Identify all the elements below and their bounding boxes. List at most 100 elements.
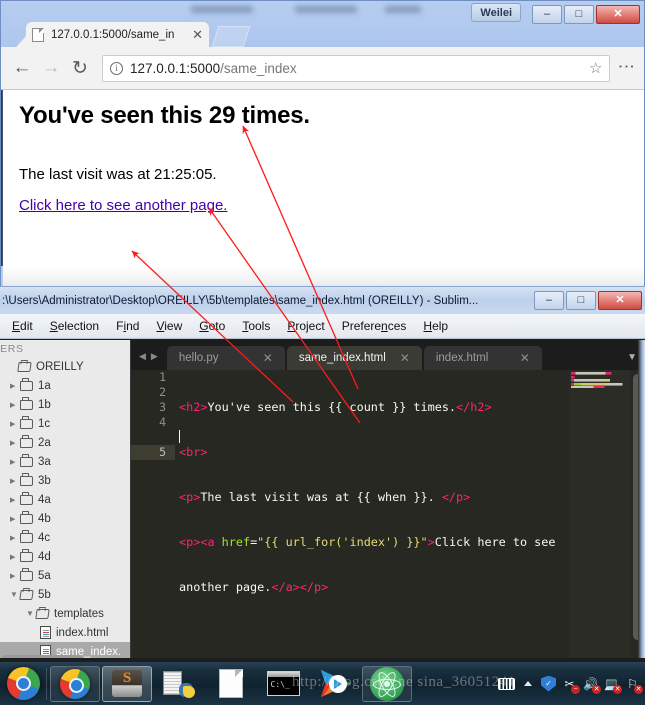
chevron-right-icon[interactable]: ▶ xyxy=(10,572,20,580)
folder-icon xyxy=(20,511,33,524)
close-icon[interactable]: ✕ xyxy=(400,351,410,365)
code-text[interactable]: <h2>You've seen this {{ count }} times.<… xyxy=(179,370,565,662)
menu-item-preferences[interactable]: Preferences xyxy=(342,319,407,333)
menu-item-edit[interactable]: Edit xyxy=(12,319,33,333)
folder-icon xyxy=(20,492,33,505)
chevron-right-icon[interactable]: ▶ xyxy=(10,401,20,409)
back-icon[interactable]: ← xyxy=(9,55,35,81)
folder-icon xyxy=(20,473,33,486)
code-minimap[interactable] xyxy=(569,370,631,662)
sidebar-item-3a[interactable]: ▶ 3a xyxy=(0,452,130,471)
chevron-right-icon[interactable]: ▶ xyxy=(10,553,20,561)
browser-tab[interactable]: 127.0.0.1:5000/same_in ✕ xyxy=(25,21,210,47)
chevron-right-icon[interactable]: ▶ xyxy=(10,382,20,390)
taskbar-button-sublime-text[interactable]: S xyxy=(102,665,152,702)
sublime-menu-bar: Edit Selection Find View Goto Tools Proj… xyxy=(0,314,645,339)
command-prompt-icon: C:\_ xyxy=(266,671,300,696)
line-number-gutter: 1 2 3 4 5 xyxy=(131,370,175,662)
menu-item-find[interactable]: Find xyxy=(116,319,139,333)
chevron-right-icon[interactable]: ▶ xyxy=(10,458,20,466)
tab-index-html[interactable]: index.html ✕ xyxy=(423,346,542,370)
tab-same-index-html[interactable]: same_index.html ✕ xyxy=(286,346,422,370)
folder-icon xyxy=(20,530,33,543)
sidebar-item-oreilly[interactable]: OREILLY xyxy=(0,357,130,376)
flag-error-icon[interactable]: ⚐ ✕ xyxy=(624,675,643,694)
page-line-break xyxy=(3,130,644,150)
sidebar-item-1b[interactable]: ▶ 1b xyxy=(0,395,130,414)
menu-item-tools[interactable]: Tools xyxy=(242,319,270,333)
sublime-minimize-button[interactable]: – xyxy=(534,291,564,310)
chevron-right-icon[interactable]: ▶ xyxy=(10,515,20,523)
forward-icon[interactable]: → xyxy=(38,55,64,81)
close-icon[interactable]: ✕ xyxy=(188,27,203,43)
chevron-right-icon[interactable]: ▶ xyxy=(10,439,20,447)
menu-item-goto[interactable]: Goto xyxy=(199,319,225,333)
another-page-link[interactable]: Click here to see another page. xyxy=(19,197,227,214)
menu-item-project[interactable]: Project xyxy=(287,319,324,333)
browser-tab-title: 127.0.0.1:5000/same_in xyxy=(51,28,175,41)
sidebar-item-4b[interactable]: ▶ 4b xyxy=(0,509,130,528)
menu-item-help[interactable]: Help xyxy=(423,319,448,333)
chevron-right-icon[interactable]: ▶ xyxy=(10,534,20,542)
sidebar-item-index-html[interactable]: index.html xyxy=(0,623,130,642)
tab-scroll-arrows[interactable]: ◀ ▶ xyxy=(131,351,167,370)
sidebar-item-4a[interactable]: ▶ 4a xyxy=(0,490,130,509)
taskbar-button-python[interactable] xyxy=(154,666,204,702)
sublime-text-icon: S xyxy=(112,670,142,697)
minimap-content xyxy=(571,372,627,388)
show-hidden-icons-icon[interactable] xyxy=(519,675,536,692)
reload-icon[interactable]: ↻ xyxy=(67,55,93,81)
keyboard-icon[interactable] xyxy=(498,675,515,692)
tab-hello-py[interactable]: hello.py ✕ xyxy=(166,346,285,370)
sidebar-item-2a[interactable]: ▶ 2a xyxy=(0,433,130,452)
tab-next-icon[interactable]: ▶ xyxy=(151,351,158,362)
chevron-right-icon[interactable]: ▶ xyxy=(10,496,20,504)
address-bar[interactable]: i 127.0.0.1:5000/same_index ☆ xyxy=(102,54,611,82)
url-host: 127.0.0.1:5000 xyxy=(130,60,221,76)
menu-item-view[interactable]: View xyxy=(156,319,182,333)
close-icon[interactable]: ✕ xyxy=(263,351,273,365)
code-editor-area[interactable]: 1 2 3 4 5 <h2>You've seen this {{ count … xyxy=(131,370,645,662)
folder-icon xyxy=(20,378,33,391)
chevron-right-icon[interactable]: ▶ xyxy=(10,420,20,428)
taskbar-button-media-player[interactable] xyxy=(310,666,360,702)
sidebar-item-1a[interactable]: ▶ 1a xyxy=(0,376,130,395)
sidebar-item-templates[interactable]: ▼ templates xyxy=(0,604,130,623)
folder-open-icon xyxy=(17,361,32,372)
sublime-maximize-button[interactable]: □ xyxy=(566,291,596,310)
chevron-right-icon[interactable]: ▶ xyxy=(10,477,20,485)
start-button[interactable] xyxy=(2,664,44,704)
sublime-close-button[interactable]: ✕ xyxy=(598,291,642,310)
sidebar-item-3b[interactable]: ▶ 3b xyxy=(0,471,130,490)
menu-item-selection[interactable]: Selection xyxy=(50,319,99,333)
tab-prev-icon[interactable]: ◀ xyxy=(139,351,146,362)
site-info-icon[interactable]: i xyxy=(110,61,123,75)
taskbar-button-document[interactable] xyxy=(206,666,256,702)
sublime-text-window: :\Users\Administrator\Desktop\OREILLY\5b… xyxy=(0,286,645,662)
bookmark-star-icon[interactable]: ☆ xyxy=(583,59,602,77)
scissors-icon[interactable]: ✂ − xyxy=(561,675,580,694)
sidebar-item-5a[interactable]: ▶ 5a xyxy=(0,566,130,585)
line-number: 3 xyxy=(159,400,166,414)
folder-icon xyxy=(20,397,33,410)
close-icon[interactable]: ✕ xyxy=(520,351,530,365)
sidebar-item-label: 4b xyxy=(38,512,51,525)
volume-muted-icon[interactable]: 🔊 ✕ xyxy=(582,675,601,694)
new-tab-button[interactable] xyxy=(211,26,251,47)
sidebar-item-label: 3b xyxy=(38,474,51,487)
text-cursor xyxy=(179,430,180,443)
network-error-icon[interactable]: 💻 ✕ xyxy=(603,675,622,694)
security-shield-icon[interactable]: ✓ xyxy=(540,675,557,692)
sidebar-item-5b[interactable]: ▼ 5b xyxy=(0,585,130,604)
windows-orb-icon xyxy=(6,667,40,700)
taskbar-button-atom[interactable] xyxy=(362,665,412,702)
sidebar-item-1c[interactable]: ▶ 1c xyxy=(0,414,130,433)
chrome-menu-icon[interactable]: ⋮ xyxy=(614,58,638,78)
line-number-wrapped xyxy=(131,430,175,445)
sidebar-item-4d[interactable]: ▶ 4d xyxy=(0,547,130,566)
taskbar-button-chrome[interactable] xyxy=(50,665,100,702)
taskbar-button-command-prompt[interactable]: C:\_ xyxy=(258,666,308,702)
folder-icon xyxy=(20,549,33,562)
line-number: 2 xyxy=(159,385,166,399)
sidebar-item-4c[interactable]: ▶ 4c xyxy=(0,528,130,547)
